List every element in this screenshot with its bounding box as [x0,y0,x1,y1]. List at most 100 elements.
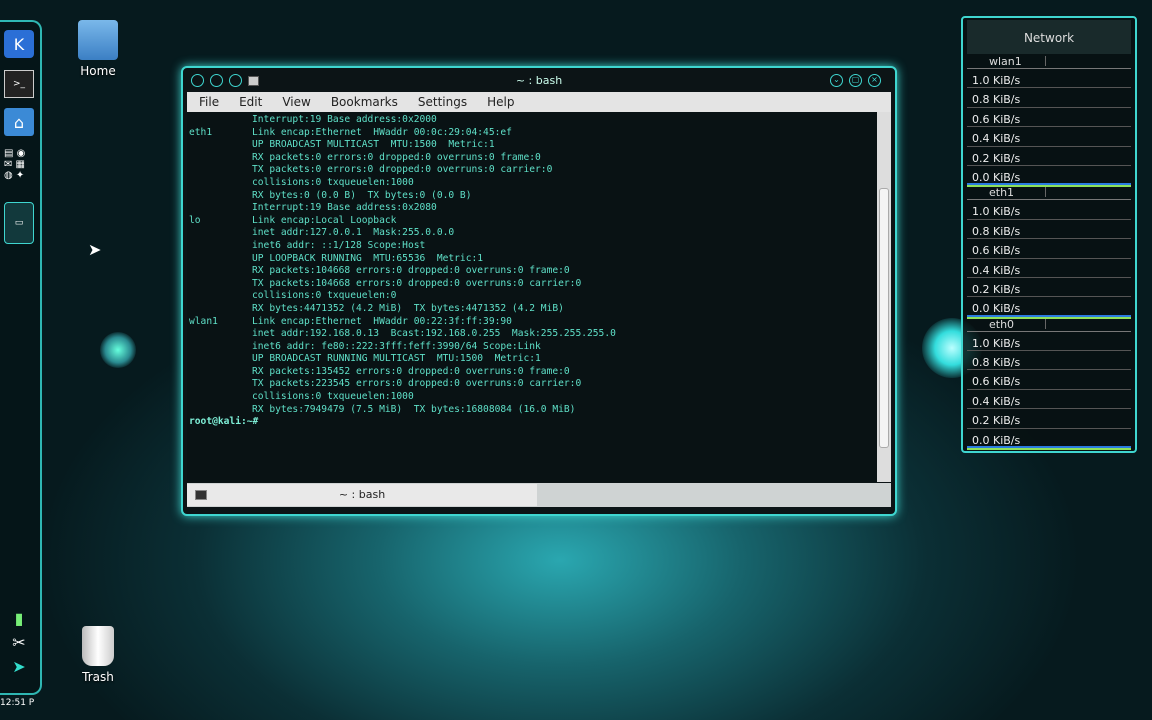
terminal-line: Interrupt:19 Base address:0x2000 [189,114,875,127]
terminal-output[interactable]: Interrupt:19 Base address:0x2000 eth1 Link… [187,112,877,482]
interface-name [189,278,252,291]
line-text: inet6 addr: fe80::222:3fff:feff:3990/64 … [252,340,541,352]
home-label: Home [80,64,116,78]
menu-settings[interactable]: Settings [406,95,475,109]
interface-name: lo [189,214,201,226]
interface-name [189,303,252,316]
interface-name [189,177,252,190]
line-text: inet addr:192.168.0.13 Bcast:192.168.0.2… [252,328,616,340]
terminal-line: inet6 addr: ::1/128 Scope:Host [189,240,875,253]
scale-label: 1.0 KiB/s [967,69,1131,89]
close-button[interactable]: × [868,74,881,87]
menu-help[interactable]: Help [475,95,522,109]
scale-label: 0.2 KiB/s [967,409,1131,429]
mouse-cursor: ➤ [88,240,102,259]
line-text: TX packets:0 errors:0 dropped:0 overruns… [252,164,553,176]
terminal-line: TX packets:0 errors:0 dropped:0 overruns… [189,164,875,177]
line-text: Link encap:Ethernet HWaddr 00:22:3f:ff:3… [252,315,512,327]
interface-name [189,164,252,177]
interface-name [189,290,252,303]
menu-view[interactable]: View [270,95,318,109]
network-graph-wlan1: wlan1 1.0 KiB/s 0.8 KiB/s 0.6 KiB/s 0.4 KiB/… [967,54,1131,186]
terminal-line: RX packets:104668 errors:0 dropped:0 ove… [189,265,875,278]
line-text: RX bytes:0 (0.0 B) TX bytes:0 (0.0 B) [252,189,472,201]
interface-label: wlan1 [967,54,1131,69]
scale-label: 0.4 KiB/s [967,127,1131,147]
terminal-line: UP LOOPBACK RUNNING MTU:65536 Metric:1 [189,253,875,266]
terminal-line: lo Link encap:Local Loopback [189,215,875,228]
line-text: Link encap:Ethernet HWaddr 00:0c:29:04:4… [252,126,512,138]
menu-file[interactable]: File [187,95,227,109]
desktop-icon-home[interactable]: Home [68,20,128,78]
terminal-line: RX bytes:7949479 (7.5 MiB) TX bytes:1680… [189,404,875,417]
terminal-line: collisions:0 txqueuelen:0 [189,290,875,303]
interface-name: eth1 [189,126,213,138]
tab-bash[interactable]: ~ : bash [187,484,537,506]
interface-name [189,328,252,341]
maximize-button[interactable]: ▢ [849,74,862,87]
scale-label: 0.2 KiB/s [967,147,1131,166]
terminal-line: inet addr:192.168.0.13 Bcast:192.168.0.2… [189,328,875,341]
terminal-line: RX bytes:0 (0.0 B) TX bytes:0 (0.0 B) [189,190,875,203]
terminal-line: TX packets:104668 errors:0 dropped:0 ove… [189,278,875,291]
taskbar-terminal-window[interactable]: ▭ [4,202,34,244]
interface-name: wlan1 [189,315,218,327]
line-text: TX packets:104668 errors:0 dropped:0 ove… [252,277,582,289]
terminal-line: TX packets:223545 errors:0 dropped:0 ove… [189,378,875,391]
scale-label: 0.8 KiB/s [967,88,1131,108]
network-graph-eth1: eth1 1.0 KiB/s 0.8 KiB/s 0.6 KiB/s 0.4 KiB/s… [967,185,1131,317]
interface-name [189,265,252,278]
window-menu-button[interactable] [191,74,204,87]
home-folder-icon[interactable]: ⌂ [4,108,34,136]
keep-above-button[interactable] [229,74,242,87]
scale-label: 0.6 KiB/s [967,239,1131,259]
tab-label: ~ : bash [338,488,386,501]
line-text: RX bytes:4471352 (4.2 MiB) TX bytes:4471… [252,302,564,314]
terminal-icon[interactable]: >_ [4,70,34,98]
interface-name [189,190,252,203]
scale-label: 0.2 KiB/s [967,278,1131,298]
interface-name [189,341,252,354]
menu-edit[interactable]: Edit [227,95,270,109]
interface-name [189,152,252,165]
interface-name [189,240,252,253]
interface-name [189,404,252,417]
trash-icon [82,626,114,666]
terminal-line: eth1 Link encap:Ethernet HWaddr 00:0c:29:… [189,127,875,140]
scale-label: 1.0 KiB/s [967,200,1131,220]
terminal-tab-icon [195,490,207,500]
title-bar[interactable]: ~ : bash ⌄ ▢ × [183,68,895,93]
interface-name [189,202,252,215]
scale-label: 0.4 KiB/s [967,259,1131,278]
scale-label: 0.8 KiB/s [967,220,1131,240]
clock[interactable]: 12:51 P [0,698,42,708]
window-title: ~ : bash [515,74,563,87]
interface-name [189,391,252,404]
arrow-icon[interactable]: ➤ [4,652,34,680]
line-text: UP BROADCAST MULTICAST MTU:1500 Metric:1 [252,139,495,151]
kde-menu-icon[interactable]: K [4,30,34,58]
scale-label: 0.0 KiB/s [967,166,1131,186]
interface-name [189,253,252,266]
interface-name [189,114,252,127]
line-text: inet addr:127.0.0.1 Mask:255.0.0.0 [252,227,455,239]
shell-prompt[interactable]: root@kali:~# [189,416,875,429]
scrollbar[interactable] [877,112,891,482]
line-text: UP LOOPBACK RUNNING MTU:65536 Metric:1 [252,252,484,264]
line-text: Interrupt:19 Base address:0x2000 [252,114,437,125]
desktop-icon-trash[interactable]: Trash [68,626,128,684]
minimize-button[interactable]: ⌄ [830,74,843,87]
terminal-app-icon [248,75,259,86]
scrollbar-thumb[interactable] [879,188,889,448]
on-all-desktops-button[interactable] [210,74,223,87]
scale-label: 0.0 KiB/s [967,297,1131,317]
scale-label: 0.6 KiB/s [967,370,1131,390]
scale-label: 0.4 KiB/s [967,390,1131,410]
side-panel: K >_ ⌂ ▤ ◉ ✉ ▦ ◍ ✦ ▭ ▮ ✂ ➤ 12:51 P [0,20,42,708]
menu-bookmarks[interactable]: Bookmarks [319,95,406,109]
line-text: RX packets:104668 errors:0 dropped:0 ove… [252,265,570,277]
app-launchers-icon[interactable]: ▤ ◉ ✉ ▦ ◍ ✦ [4,140,34,188]
line-text: collisions:0 txqueuelen:0 [252,290,397,302]
terminal-line: inet addr:127.0.0.1 Mask:255.0.0.0 [189,227,875,240]
line-text: collisions:0 txqueuelen:1000 [252,391,414,403]
